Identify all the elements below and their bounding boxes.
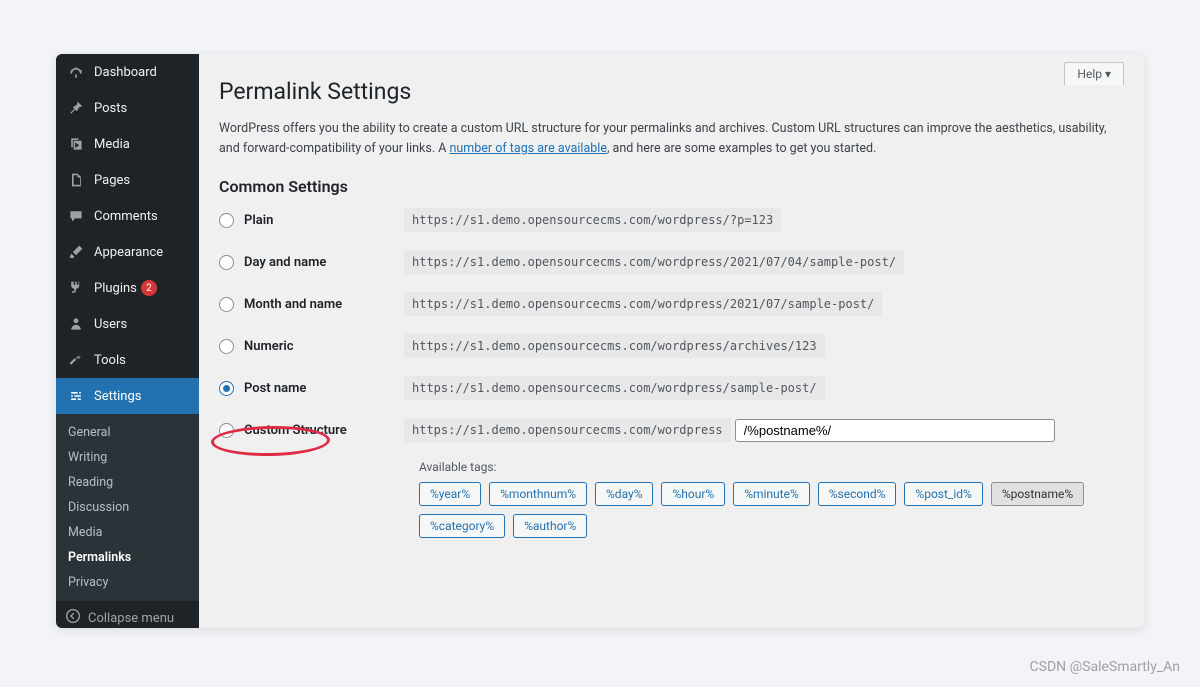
sidebar-item-users[interactable]: Users [56,306,199,342]
page-title: Permalink Settings [219,78,1124,105]
tag-button[interactable]: %author% [513,514,587,538]
tag-button[interactable]: %category% [419,514,505,538]
dashboard-icon [66,62,86,82]
media-icon [66,134,86,154]
custom-base: https://s1.demo.opensourcecms.com/wordpr… [404,418,731,442]
update-badge: 2 [141,280,157,296]
sidebar-item-label: Settings [94,389,141,404]
option-custom[interactable]: Custom Structure https://s1.demo.opensou… [219,418,1124,442]
option-url: https://s1.demo.opensourcecms.com/wordpr… [404,250,904,274]
section-heading: Common Settings [219,177,1124,196]
brush-icon [66,242,86,262]
admin-sidebar: Dashboard Posts Media Pages Comments Appearan… [56,54,199,628]
available-tags: %year% %monthnum% %day% %hour% %minute% %seco… [419,482,1124,538]
tag-button[interactable]: %year% [419,482,481,506]
sidebar-item-label: Comments [94,209,158,224]
option-numeric[interactable]: Numeric https://s1.demo.opensourcecms.co… [219,334,1124,358]
collapse-icon [66,609,80,627]
tags-label: Available tags: [419,460,1124,474]
option-plain[interactable]: Plain https://s1.demo.opensourcecms.com/… [219,208,1124,232]
option-label: Post name [244,381,404,396]
option-label: Custom Structure [244,423,404,438]
comment-icon [66,206,86,226]
option-url: https://s1.demo.opensourcecms.com/wordpr… [404,292,882,316]
option-monthname[interactable]: Month and name https://s1.demo.opensourc… [219,292,1124,316]
option-label: Day and name [244,255,404,270]
sidebar-item-pages[interactable]: Pages [56,162,199,198]
pin-icon [66,98,86,118]
sidebar-item-comments[interactable]: Comments [56,198,199,234]
sidebar-item-label: Posts [94,101,127,116]
tag-button[interactable]: %postname% [991,482,1084,506]
option-postname[interactable]: Post name https://s1.demo.opensourcecms.… [219,376,1124,400]
radio-postname[interactable] [219,381,234,396]
option-label: Plain [244,213,404,228]
tags-link[interactable]: number of tags are available [449,141,606,156]
option-dayname[interactable]: Day and name https://s1.demo.opensourcec… [219,250,1124,274]
tag-button[interactable]: %second% [818,482,897,506]
option-label: Numeric [244,339,404,354]
radio-numeric[interactable] [219,339,234,354]
option-url: https://s1.demo.opensourcecms.com/wordpr… [404,334,825,358]
tag-button[interactable]: %post_id% [904,482,982,506]
sidebar-item-label: Plugins [94,281,137,296]
submenu-permalinks[interactable]: Permalinks [56,545,199,570]
sidebar-item-dashboard[interactable]: Dashboard [56,54,199,90]
submenu-discussion[interactable]: Discussion [56,495,199,520]
sidebar-item-label: Dashboard [94,65,157,80]
sidebar-item-plugins[interactable]: Plugins 2 [56,270,199,306]
option-url: https://s1.demo.opensourcecms.com/wordpr… [404,376,825,400]
sidebar-item-label: Media [94,137,130,152]
radio-plain[interactable] [219,213,234,228]
sidebar-item-media[interactable]: Media [56,126,199,162]
radio-custom[interactable] [219,423,234,438]
sidebar-item-tools[interactable]: Tools [56,342,199,378]
tag-button[interactable]: %hour% [661,482,725,506]
sidebar-item-appearance[interactable]: Appearance [56,234,199,270]
settings-submenu: GeneralWritingReadingDiscussionMediaPerm… [56,414,199,601]
custom-structure-input[interactable] [735,419,1055,442]
sidebar-item-label: Appearance [94,245,163,260]
radio-dayname[interactable] [219,255,234,270]
option-label: Month and name [244,297,404,312]
radio-monthname[interactable] [219,297,234,312]
main-content: Help ▾ Permalink Settings WordPress offe… [199,54,1144,628]
user-icon [66,314,86,334]
submenu-general[interactable]: General [56,420,199,445]
submenu-media[interactable]: Media [56,520,199,545]
sidebar-item-settings[interactable]: Settings [56,378,199,414]
sidebar-item-posts[interactable]: Posts [56,90,199,126]
submenu-reading[interactable]: Reading [56,470,199,495]
collapse-menu-button[interactable]: Collapse menu [56,601,199,628]
sidebar-item-label: Pages [94,173,130,188]
tag-button[interactable]: %minute% [733,482,810,506]
tag-button[interactable]: %day% [595,482,653,506]
collapse-label: Collapse menu [88,611,174,626]
sliders-icon [66,386,86,406]
submenu-privacy[interactable]: Privacy [56,570,199,595]
sidebar-item-label: Tools [94,353,126,368]
sidebar-item-label: Users [94,317,127,332]
watermark: CSDN @SaleSmartly_An [1030,659,1180,675]
option-url: https://s1.demo.opensourcecms.com/wordpr… [404,208,781,232]
help-tab[interactable]: Help ▾ [1064,62,1124,85]
tag-button[interactable]: %monthnum% [489,482,587,506]
submenu-writing[interactable]: Writing [56,445,199,470]
pages-icon [66,170,86,190]
plug-icon [66,278,86,298]
wrench-icon [66,350,86,370]
intro-text: WordPress offers you the ability to crea… [219,119,1124,159]
